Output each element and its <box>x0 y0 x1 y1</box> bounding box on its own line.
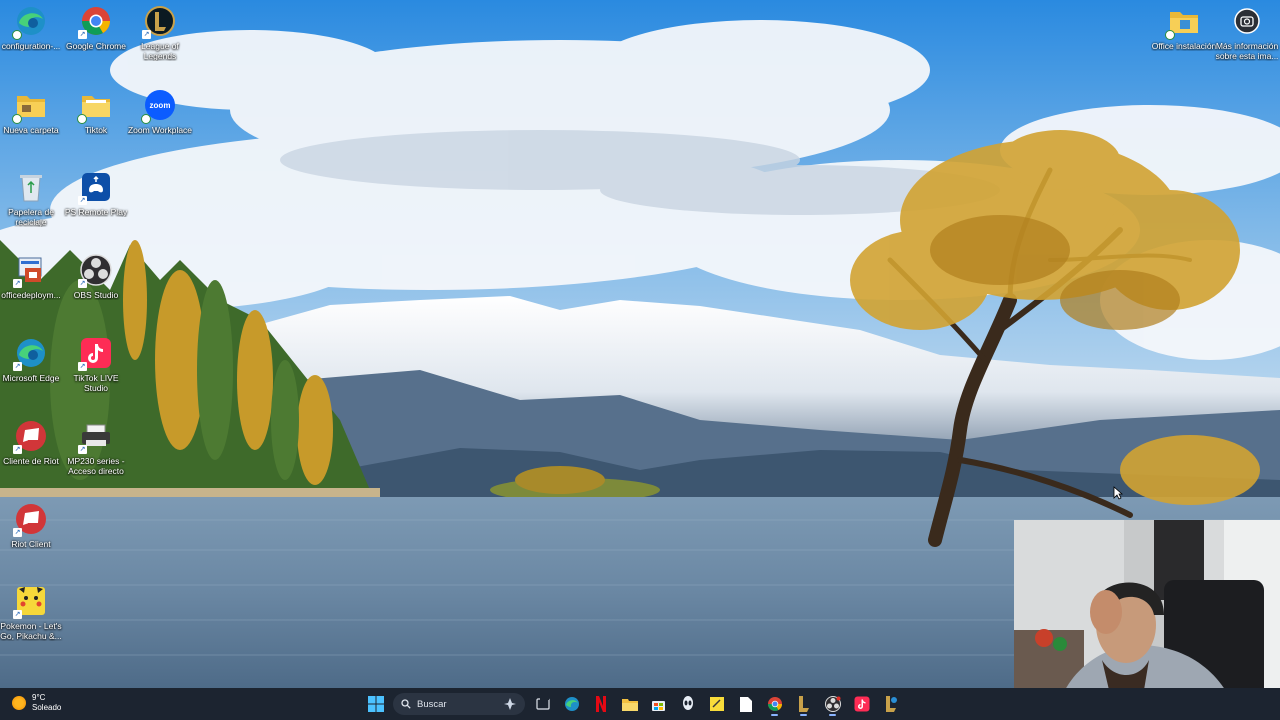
task-view-button[interactable] <box>531 692 554 716</box>
icon-label: Más información sobre esta ima... <box>1215 41 1279 61</box>
desktop-icon-tiktok-folder[interactable]: Tiktok <box>63 88 129 135</box>
desktop-icon-recycle-bin[interactable]: Papelera de reciclaje <box>0 170 64 227</box>
folder-icon <box>12 88 48 124</box>
weather-widget[interactable]: 9°C Soleado <box>12 693 61 713</box>
desktop-icon-riot-client[interactable]: ↗ Riot Client <box>0 502 64 549</box>
recycle-bin-icon <box>14 170 48 204</box>
desktop-icon-google-chrome[interactable]: ↗ Google Chrome <box>63 4 129 51</box>
riot-icon: ↗ <box>13 502 48 537</box>
edge-icon <box>564 697 579 711</box>
task-view-icon <box>535 697 550 710</box>
league-client-icon <box>885 696 897 712</box>
desktop-icon-obs-studio[interactable]: ↗ OBS Studio <box>63 253 129 300</box>
taskbar-file[interactable] <box>734 692 757 716</box>
league-icon <box>798 696 809 712</box>
desktop-icon-officedeployment[interactable]: ↗ officedeploym... <box>0 253 64 300</box>
icon-label: Cliente de Riot <box>3 456 59 466</box>
icon-label: League of Legends <box>141 41 179 61</box>
zoom-icon: zoom <box>141 88 177 124</box>
netflix-icon <box>595 696 606 712</box>
windows-start-icon <box>367 696 384 712</box>
icon-label: Riot Client <box>11 539 51 549</box>
file-explorer-icon <box>621 699 638 711</box>
icon-label: Pokemon - Let's Go, Pikachu &... <box>0 621 62 641</box>
desktop-icon-mas-informacion[interactable]: Más información sobre esta ima... <box>1214 4 1280 61</box>
icon-label: Tiktok <box>84 125 108 135</box>
taskbar-netflix[interactable] <box>589 692 612 716</box>
icon-label: Nueva carpeta <box>3 125 59 135</box>
taskbar-league[interactable] <box>792 692 815 716</box>
icon-label: Microsoft Edge <box>2 373 60 383</box>
taskbar-tiktok[interactable] <box>850 692 873 716</box>
icon-label: MP230 series - Acceso directo <box>67 456 125 476</box>
folder-icon <box>77 88 113 124</box>
store-icon <box>652 700 665 711</box>
edge-icon: ↗ <box>13 336 48 371</box>
desktop-icon-tiktok-live-studio[interactable]: ↗ TikTok LIVE Studio <box>63 336 129 393</box>
taskbar-file-explorer[interactable] <box>618 692 641 716</box>
icon-label: Google Chrome <box>65 41 126 51</box>
taskbar: 9°C Soleado Buscar <box>0 688 1280 720</box>
riot-icon: ↗ <box>13 419 48 454</box>
desktop-icon-league-of-legends[interactable]: ↗ League of Legends <box>127 4 193 61</box>
printer-icon: ↗ <box>78 419 113 454</box>
chrome-icon <box>767 697 782 711</box>
search-placeholder: Buscar <box>417 698 447 710</box>
icon-label: PS Remote Play <box>64 207 128 217</box>
taskbar-obs[interactable] <box>821 692 844 716</box>
taskbar-sticky-notes[interactable] <box>705 692 728 716</box>
icon-label: OBS Studio <box>73 290 119 300</box>
icon-label: TikTok LIVE Studio <box>73 373 119 393</box>
camera-info-icon <box>1230 4 1264 38</box>
alienware-icon <box>682 696 693 710</box>
icon-label: officedeploym... <box>1 290 61 300</box>
taskbar-edge[interactable] <box>560 692 583 716</box>
icon-label: configuration-... <box>1 41 61 51</box>
copilot-icon <box>504 698 516 710</box>
desktop-icon-cliente-de-riot[interactable]: ↗ Cliente de Riot <box>0 419 64 466</box>
search-icon <box>401 699 411 709</box>
edge-icon <box>12 4 48 40</box>
chrome-icon: ↗ <box>78 4 113 39</box>
desktop-icon-zoom-workplace[interactable]: zoom Zoom Workplace <box>127 88 193 135</box>
tiktok-icon <box>854 696 869 712</box>
mouse-cursor <box>1113 486 1123 500</box>
sticky-notes-icon <box>709 697 724 711</box>
taskbar-search-box[interactable]: Buscar <box>393 693 525 715</box>
desktop-icon-mp230-series[interactable]: ↗ MP230 series - Acceso directo <box>63 419 129 476</box>
icon-label: Zoom Workplace <box>127 125 193 135</box>
league-icon: ↗ <box>142 4 177 39</box>
weather-condition: Soleado <box>32 703 62 712</box>
desktop-icon-configuration[interactable]: configuration-... <box>0 4 64 51</box>
taskbar-alienware[interactable] <box>676 692 699 716</box>
taskbar-league-client[interactable] <box>879 692 902 716</box>
icon-label: Office instalación <box>1151 41 1217 51</box>
desktop-icon-pokemon[interactable]: ↗ Pokemon - Let's Go, Pikachu &... <box>0 584 64 641</box>
svg-text:zoom: zoom <box>150 101 171 110</box>
ps-remote-play-icon: ↗ <box>78 170 113 205</box>
desktop-icon-ps-remote-play[interactable]: ↗ PS Remote Play <box>63 170 129 217</box>
tiktok-live-icon: ↗ <box>78 336 113 371</box>
icon-label: Papelera de reciclaje <box>8 207 54 227</box>
desktop-icon-nueva-carpeta[interactable]: Nueva carpeta <box>0 88 64 135</box>
file-icon <box>739 696 752 712</box>
start-button[interactable] <box>364 692 387 716</box>
taskbar-store[interactable] <box>647 692 670 716</box>
sun-icon <box>12 696 26 710</box>
pokemon-icon: ↗ <box>13 584 48 619</box>
desktop-icon-office-instalacion[interactable]: Office instalación <box>1151 4 1217 51</box>
desktop-icon-microsoft-edge[interactable]: ↗ Microsoft Edge <box>0 336 64 383</box>
folder-icon <box>1165 4 1201 40</box>
obs-icon: ↗ <box>78 253 113 288</box>
weather-temp: 9°C <box>32 693 46 702</box>
obs-icon <box>824 696 841 712</box>
taskbar-chrome[interactable] <box>763 692 786 716</box>
office-deployment-icon: ↗ <box>13 253 48 288</box>
